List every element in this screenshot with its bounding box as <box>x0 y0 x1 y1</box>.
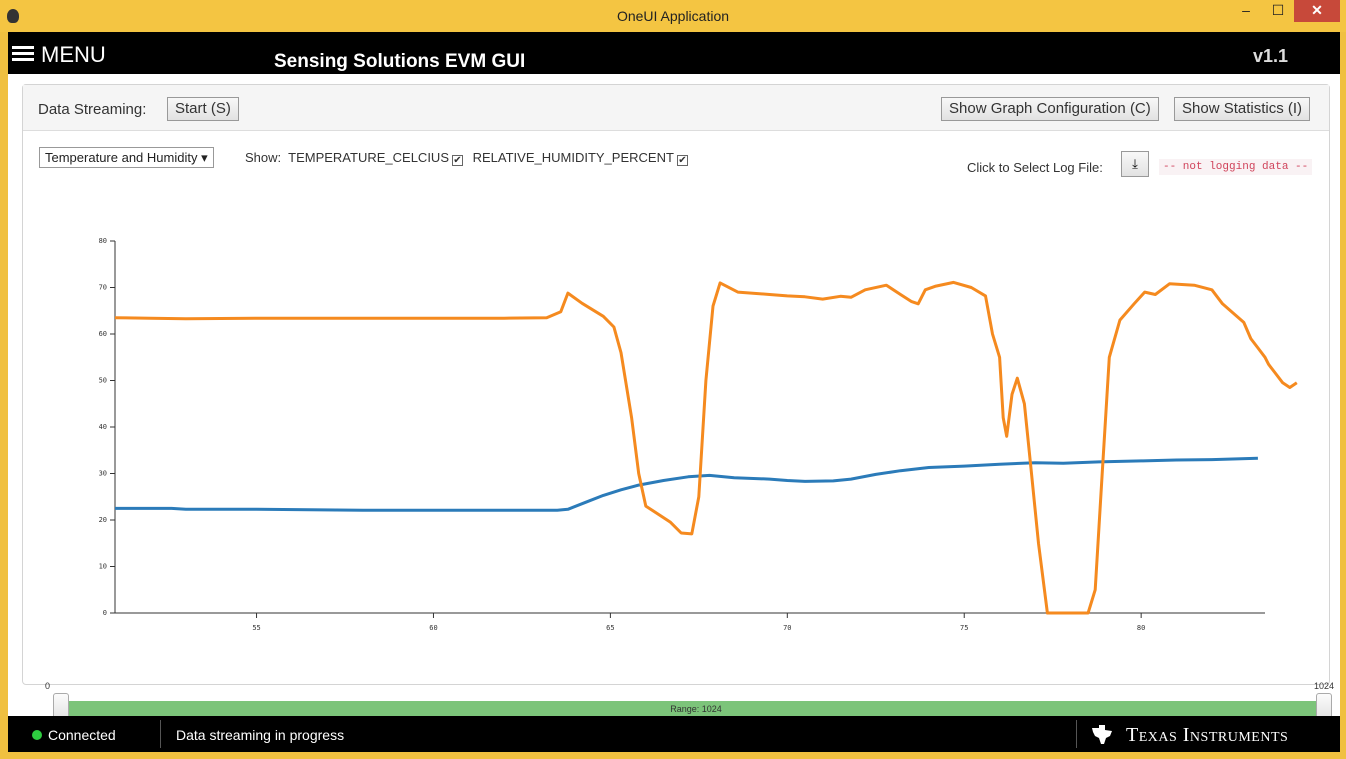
texas-instruments-logo-icon <box>1092 725 1112 744</box>
y-tick-label: 70 <box>99 284 107 292</box>
connection-indicator-icon <box>32 730 42 740</box>
y-tick-label: 80 <box>99 237 107 245</box>
menu-button[interactable]: MENU <box>41 42 106 68</box>
y-tick-label: 20 <box>99 516 107 524</box>
footer-divider <box>1076 720 1077 748</box>
y-tick-label: 10 <box>99 563 107 571</box>
range-max-label: 1024 <box>1314 681 1335 691</box>
y-tick-label: 50 <box>99 377 107 385</box>
version-label: v1.1 <box>1252 46 1288 66</box>
window-titlebar: OneUI Application – ☐ ✕ <box>0 0 1346 32</box>
x-tick-label: 55 <box>252 624 260 632</box>
sensor-line-chart: 01020304050607080556065707580TEMPERATURE… <box>99 237 1298 632</box>
range-text: Range: 1024 <box>670 704 722 714</box>
x-tick-label: 80 <box>1137 624 1145 632</box>
y-tick-label: 40 <box>99 423 107 431</box>
minimize-button[interactable]: – <box>1232 0 1260 22</box>
x-tick-label: 70 <box>783 624 791 632</box>
streaming-status-message: Data streaming in progress <box>176 727 345 743</box>
connection-status: Connected <box>48 727 116 743</box>
brand-name: Texas Instruments <box>1126 724 1289 746</box>
hamburger-menu-icon[interactable] <box>12 46 34 62</box>
series-line-temperature <box>115 456 1258 512</box>
y-tick-label: 60 <box>99 330 107 338</box>
series-line-humidity <box>114 280 1298 615</box>
status-footer: Connected Data streaming in progress Tex… <box>8 716 1340 752</box>
streaming-panel: Data Streaming: Start (S) Show Graph Con… <box>22 84 1334 723</box>
close-button[interactable]: ✕ <box>1294 0 1340 22</box>
app-header: MENU Sensing Solutions EVM GUI v1.1 <box>8 32 1340 74</box>
y-tick-label: 0 <box>103 609 107 617</box>
window-title: OneUI Application <box>616 8 730 24</box>
x-tick-label: 60 <box>429 624 437 632</box>
x-tick-label: 65 <box>606 624 614 632</box>
footer-divider <box>160 720 161 748</box>
x-tick-label: 75 <box>960 624 968 632</box>
app-client-area: MENU Sensing Solutions EVM GUI v1.1 Data… <box>8 32 1340 752</box>
range-min-label: 0 <box>45 681 51 691</box>
range-slider-track[interactable]: Range: 1024 <box>61 701 1331 717</box>
app-title: Sensing Solutions EVM GUI <box>274 51 526 72</box>
maximize-button[interactable]: ☐ <box>1264 0 1292 22</box>
y-tick-label: 30 <box>99 470 107 478</box>
